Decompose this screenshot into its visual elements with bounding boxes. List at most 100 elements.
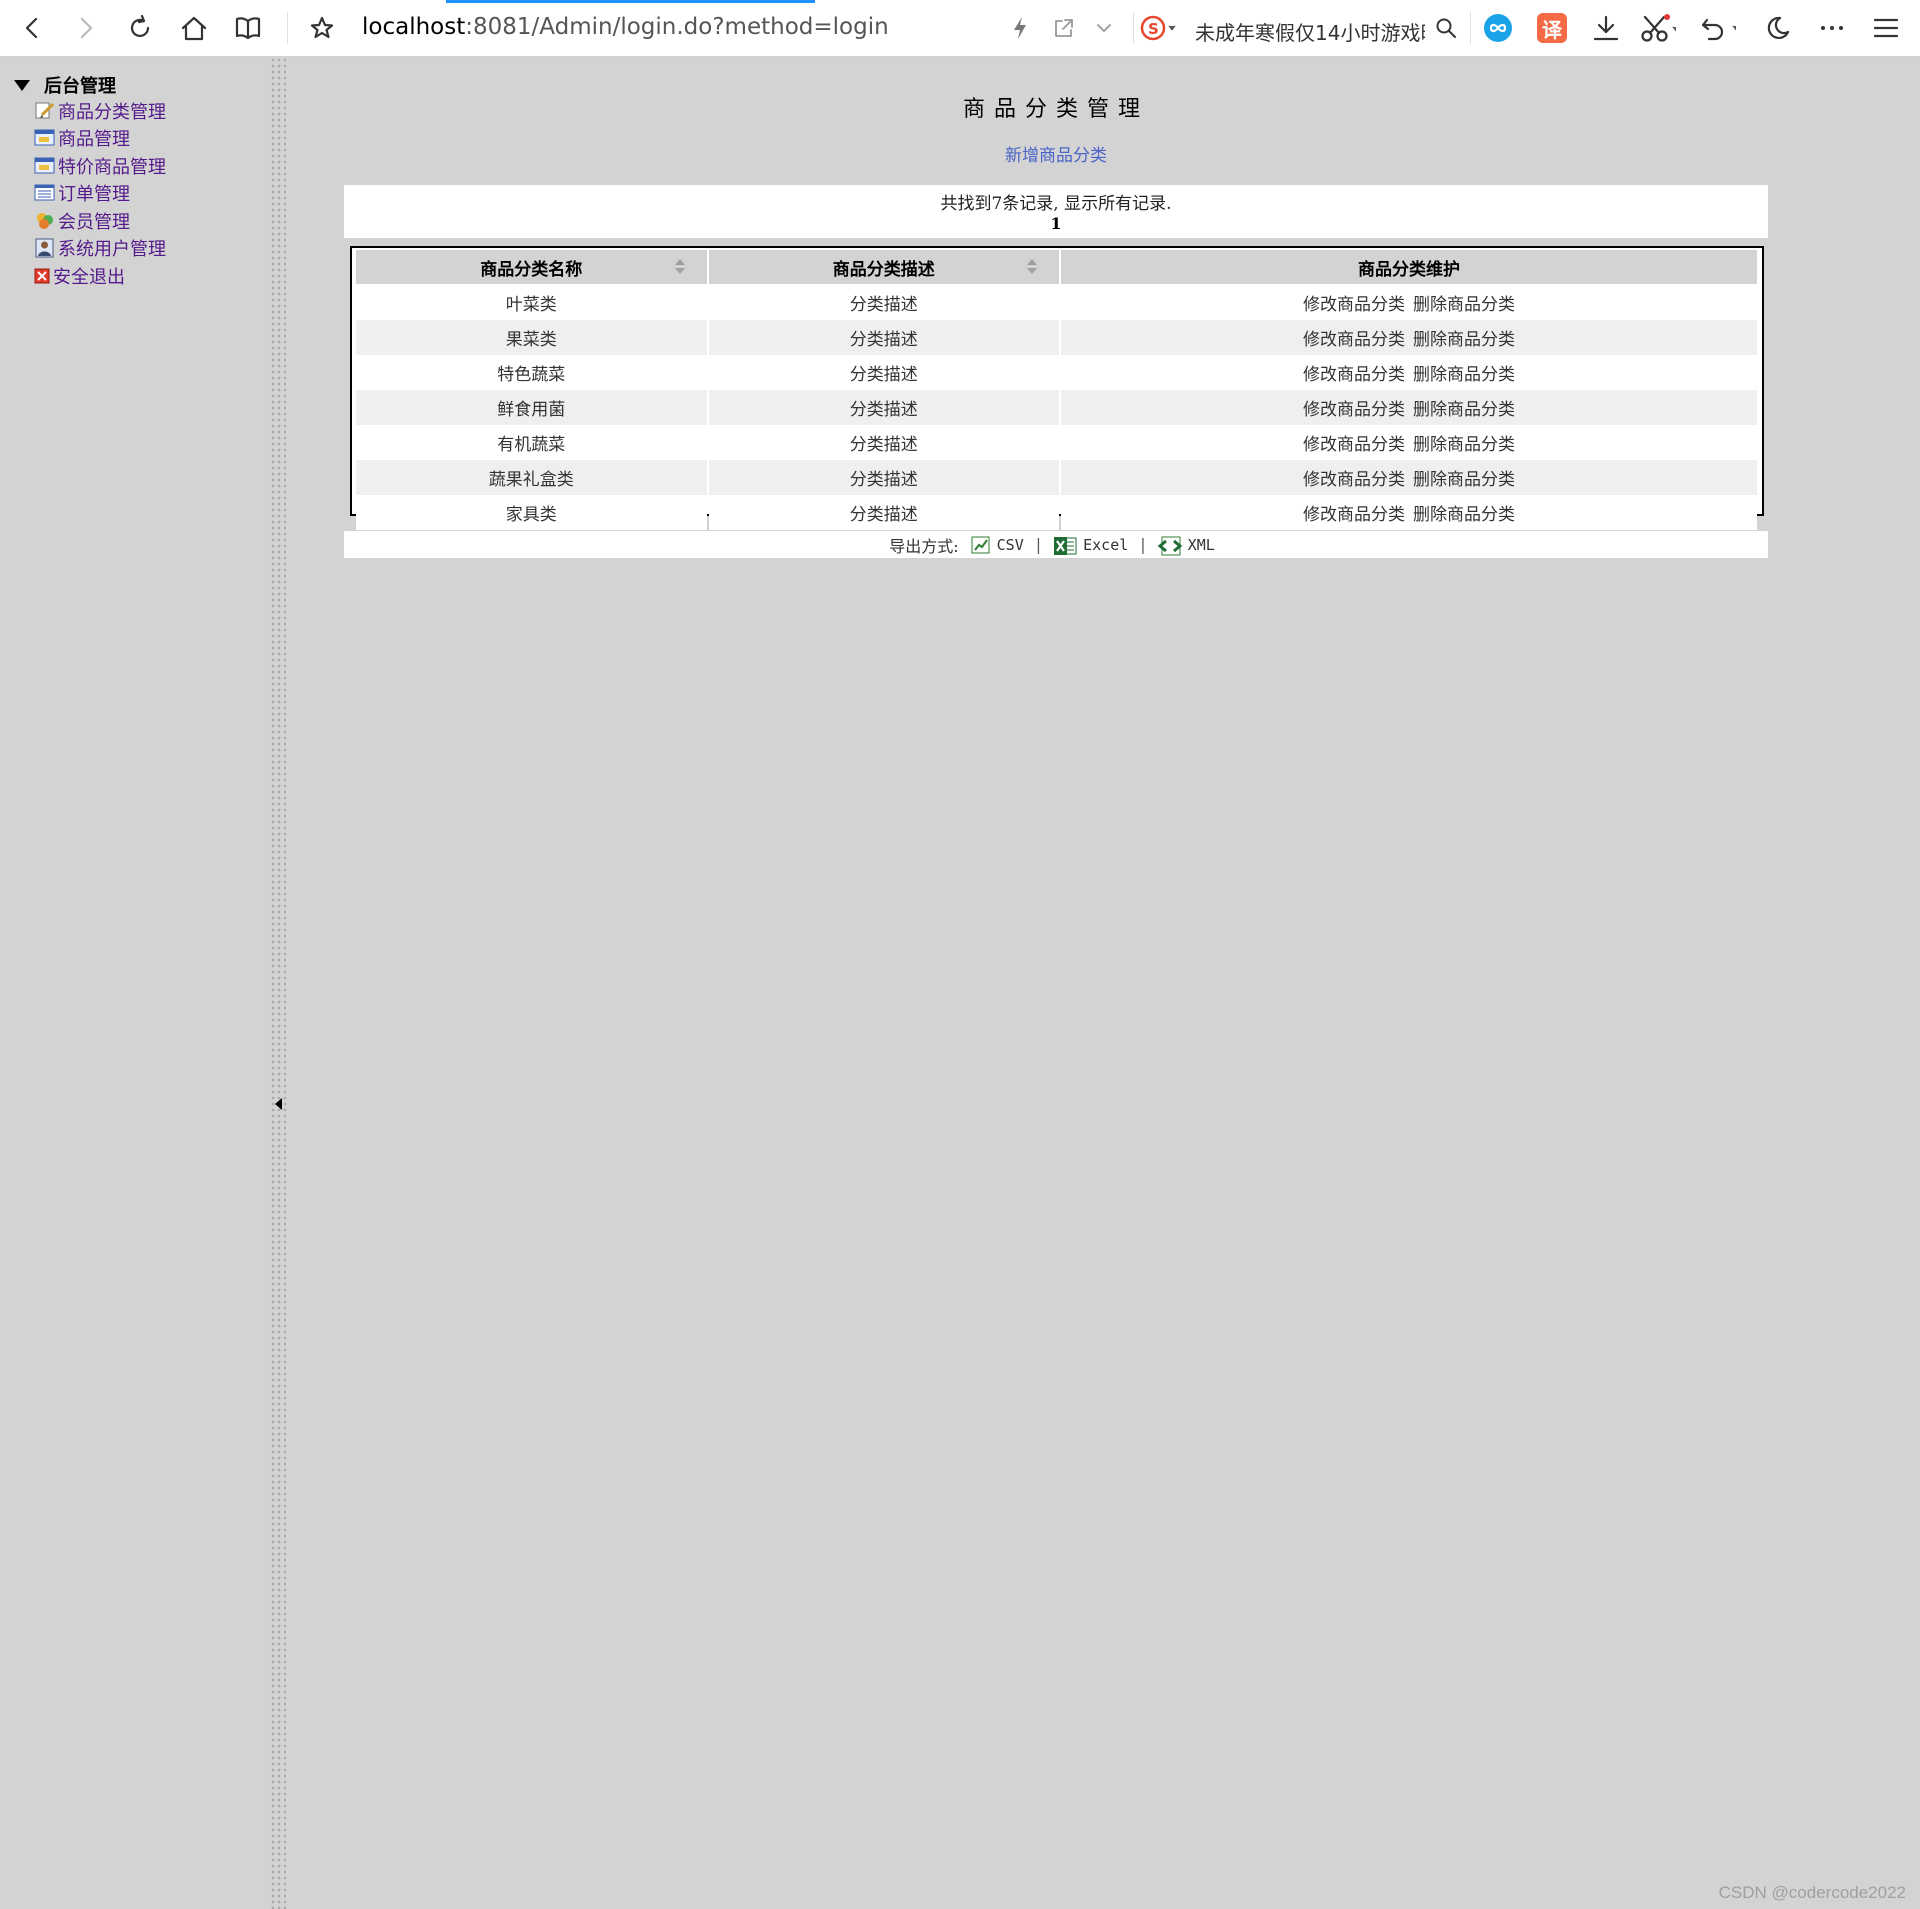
translate-icon: 译 [1537, 13, 1567, 43]
table-row: 蔬果礼盒类 分类描述 修改商品分类 删除商品分类 [356, 460, 1757, 495]
forward-button[interactable] [68, 10, 104, 46]
share-button[interactable] [1046, 10, 1082, 46]
edit-category-link[interactable]: 修改商品分类 [1303, 295, 1405, 315]
translate-button[interactable]: 译 [1534, 10, 1570, 46]
url-host: localhost [362, 14, 466, 40]
menu-item-logout[interactable]: 安全退出 [34, 262, 166, 290]
csv-icon [971, 536, 991, 554]
delete-category-link[interactable]: 删除商品分类 [1413, 470, 1515, 490]
table-row: 果菜类 分类描述 修改商品分类 删除商品分类 [356, 320, 1757, 355]
extension-button[interactable] [1480, 10, 1516, 46]
reload-icon [130, 15, 150, 37]
category-desc-cell: 分类描述 [708, 285, 1059, 320]
column-header-label: 商品分类维护 [1358, 259, 1460, 280]
screenshot-button[interactable] [1640, 10, 1676, 46]
speed-mode-button[interactable] [1002, 10, 1038, 46]
menu-item-special-products[interactable]: 特价商品管理 [34, 152, 166, 180]
export-xml-link[interactable]: XML [1157, 535, 1215, 555]
delete-category-link[interactable]: 删除商品分类 [1413, 435, 1515, 455]
download-button[interactable] [1588, 10, 1624, 46]
page-number[interactable]: 1 [344, 214, 1768, 233]
column-header-description[interactable]: 商品分类描述 [708, 250, 1059, 285]
category-desc-cell: 分类描述 [708, 320, 1059, 355]
svg-text:S: S [1148, 20, 1159, 38]
sogou-search-icon: S [1140, 15, 1176, 41]
edit-category-link[interactable]: 修改商品分类 [1303, 400, 1405, 420]
address-dropdown-button[interactable] [1086, 10, 1122, 46]
category-desc-cell: 分类描述 [708, 460, 1059, 495]
edit-category-link[interactable]: 修改商品分类 [1303, 470, 1405, 490]
delete-category-link[interactable]: 删除商品分类 [1413, 365, 1515, 385]
address-bar[interactable]: localhost:8081/Admin/login.do?method=log… [362, 14, 889, 40]
column-header-label: 商品分类名称 [480, 259, 583, 280]
search-engine-button[interactable]: S [1140, 10, 1176, 46]
sort-icon[interactable] [674, 259, 685, 275]
table-row: 家具类 分类描述 修改商品分类 删除商品分类 [356, 495, 1757, 530]
undo-close-button[interactable] [1700, 10, 1736, 46]
reading-mode-button[interactable] [230, 10, 266, 46]
export-csv-link[interactable]: CSV [971, 536, 1024, 554]
toolbar-separator [1470, 12, 1471, 44]
delete-category-link[interactable]: 删除商品分类 [1413, 295, 1515, 315]
delete-category-link[interactable]: 删除商品分类 [1413, 330, 1515, 350]
sort-icon[interactable] [1027, 259, 1037, 275]
toolbar-separator [1133, 12, 1134, 44]
export-excel-link[interactable]: Excel [1053, 536, 1128, 555]
delete-category-link[interactable]: 删除商品分类 [1413, 505, 1515, 525]
edit-category-link[interactable]: 修改商品分类 [1303, 505, 1405, 525]
reload-button[interactable] [122, 10, 158, 46]
admin-sidebar: 后台管理 商品分类管理 商品管理 特价商品管理 订单管理 会员管理 系统用户管理… [0, 57, 270, 1909]
category-name-cell: 鲜食用菌 [356, 390, 707, 425]
edit-category-link[interactable]: 修改商品分类 [1303, 330, 1405, 350]
column-header-maintenance: 商品分类维护 [1061, 250, 1757, 285]
edit-category-link[interactable]: 修改商品分类 [1303, 365, 1405, 385]
menu-item-system-users[interactable]: 系统用户管理 [34, 235, 166, 263]
collapse-sidebar-arrow-icon[interactable] [275, 1098, 282, 1110]
menu-button[interactable] [1868, 10, 1904, 46]
category-desc-cell: 分类描述 [708, 425, 1059, 460]
export-label: 导出方式: [889, 536, 959, 556]
bookmark-button[interactable] [304, 10, 340, 46]
translate-label: 译 [1542, 17, 1562, 42]
record-count-text: 共找到7条记录, 显示所有记录. [940, 194, 1172, 214]
menu-item-label: 特价商品管理 [58, 156, 166, 178]
url-path: :8081/Admin/login.do?method=login [465, 14, 889, 40]
search-box[interactable]: 未成年寒假仅14小时游戏时 [1195, 17, 1425, 46]
more-button[interactable] [1814, 10, 1850, 46]
frame-splitter[interactable] [270, 57, 286, 1909]
menu-item-category[interactable]: 商品分类管理 [34, 97, 166, 125]
actions-cell: 修改商品分类 删除商品分类 [1061, 425, 1757, 460]
menu-item-products[interactable]: 商品管理 [34, 125, 166, 153]
add-category-link[interactable]: 新增商品分类 [286, 141, 1826, 166]
edit-category-link[interactable]: 修改商品分类 [1303, 435, 1405, 455]
delete-category-link[interactable]: 删除商品分类 [1413, 400, 1515, 420]
result-info-box: 共找到7条记录, 显示所有记录. 1 [344, 185, 1768, 238]
menu-item-members[interactable]: 会员管理 [34, 207, 166, 235]
table-header-row: 商品分类名称 商品分类描述 商品分类维护 [356, 250, 1757, 285]
column-header-name[interactable]: 商品分类名称 [356, 250, 707, 285]
category-edit-icon [34, 101, 56, 121]
actions-cell: 修改商品分类 删除商品分类 [1061, 390, 1757, 425]
category-name-cell: 叶菜类 [356, 285, 707, 320]
lightning-icon [1014, 17, 1026, 39]
category-name-cell: 家具类 [356, 495, 707, 530]
table-row: 鲜食用菌 分类描述 修改商品分类 删除商品分类 [356, 390, 1757, 425]
menu-item-orders[interactable]: 订单管理 [34, 180, 166, 208]
actions-cell: 修改商品分类 删除商品分类 [1061, 495, 1757, 530]
night-mode-button[interactable] [1760, 10, 1796, 46]
export-xml-label: XML [1187, 535, 1215, 554]
menu-item-label: 系统用户管理 [58, 239, 166, 261]
home-button[interactable] [176, 10, 212, 46]
page-title: 商品分类管理 [962, 97, 1149, 122]
page-load-progress [446, 0, 815, 3]
tree-root-admin[interactable]: 后台管理 [14, 72, 116, 98]
export-separator: | [1035, 535, 1042, 554]
category-desc-cell: 分类描述 [708, 390, 1059, 425]
back-button[interactable] [14, 10, 50, 46]
category-name-cell: 特色蔬菜 [356, 355, 707, 390]
expand-triangle-icon[interactable] [14, 79, 30, 91]
toolbar-separator [287, 12, 288, 44]
search-button[interactable] [1428, 10, 1464, 46]
table-row: 有机蔬菜 分类描述 修改商品分类 删除商品分类 [356, 425, 1757, 460]
menu-item-label: 订单管理 [58, 184, 130, 206]
